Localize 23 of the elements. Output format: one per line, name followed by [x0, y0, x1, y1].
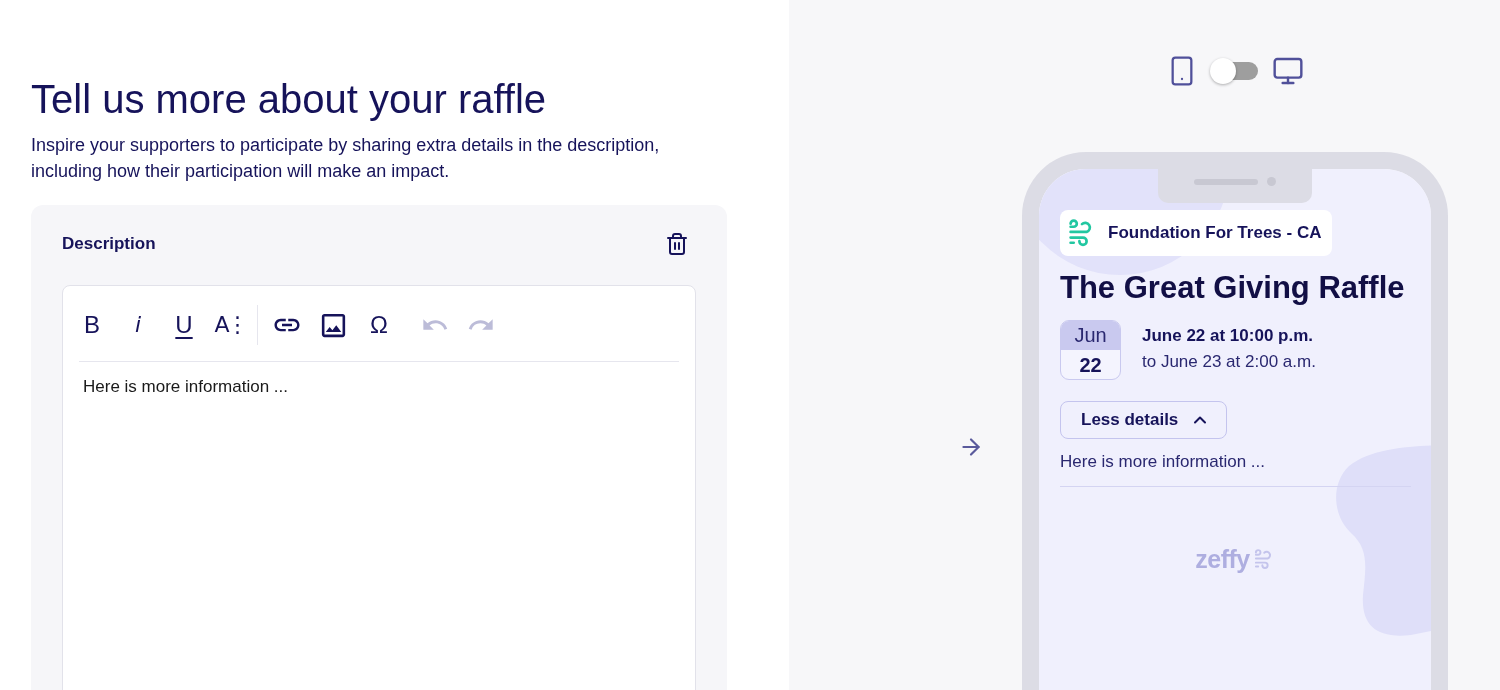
- badge-day: 22: [1061, 350, 1120, 379]
- editor-text-field[interactable]: Here is more information ...: [63, 362, 695, 412]
- organization-name: Foundation For Trees - CA: [1108, 223, 1322, 243]
- details-toggle-button[interactable]: Less details: [1060, 401, 1228, 439]
- underline-button[interactable]: U: [161, 305, 207, 345]
- page-title: Tell us more about your raffle: [31, 76, 548, 123]
- description-label: Description: [62, 234, 156, 254]
- bold-button[interactable]: B: [69, 305, 115, 345]
- special-character-button[interactable]: Ω: [356, 305, 402, 345]
- event-start-time: June 22 at 10:00 p.m.: [1142, 325, 1315, 347]
- event-title: The Great Giving Raffle: [1060, 269, 1405, 307]
- monitor-icon[interactable]: [1272, 55, 1304, 87]
- switch-knob[interactable]: [1210, 58, 1236, 84]
- delete-button[interactable]: [665, 232, 689, 256]
- view-toggle-switch[interactable]: [1210, 57, 1260, 85]
- badge-month: Jun: [1061, 321, 1120, 350]
- font-size-button[interactable]: A⋮: [207, 305, 253, 345]
- event-end-time: to June 23 at 2:00 a.m.: [1142, 351, 1316, 373]
- brand-wordmark: zeffy: [1195, 545, 1250, 574]
- trash-icon: [665, 232, 689, 256]
- event-details-text: Here is more information ...: [1060, 450, 1411, 487]
- italic-button[interactable]: i: [115, 305, 161, 345]
- subtitle-text: Inspire your supporters to participate by sharing extra details in the description, including how their participation will make an impact.: [31, 134, 661, 183]
